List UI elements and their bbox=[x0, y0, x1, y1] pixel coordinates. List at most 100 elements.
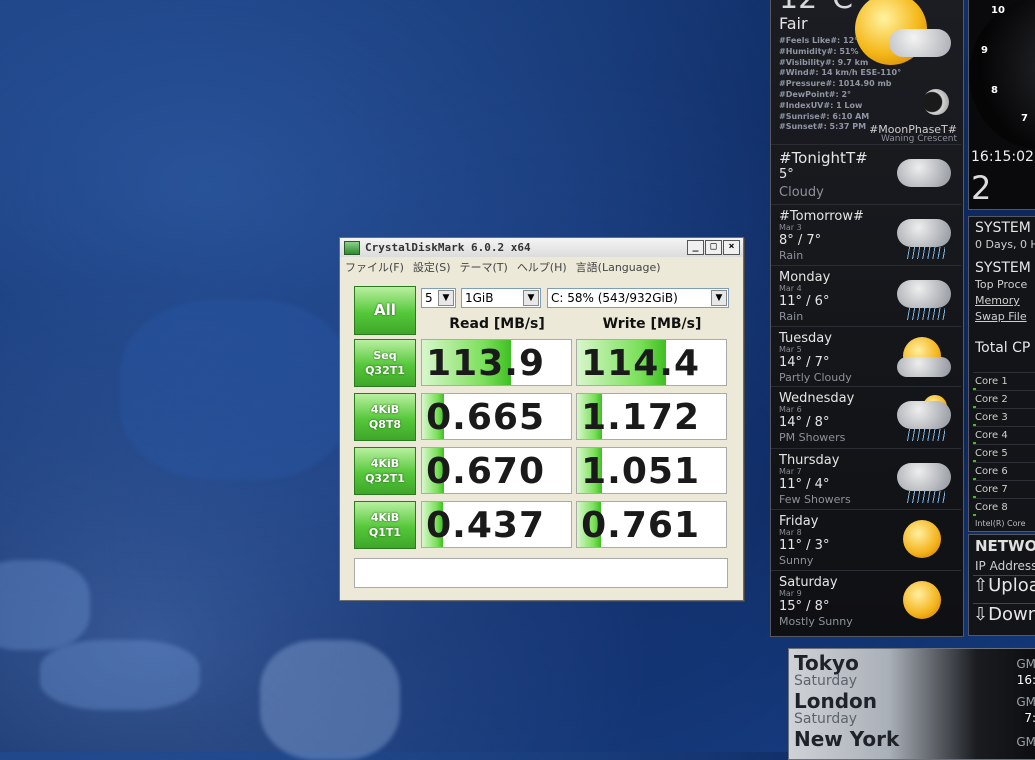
minimize-button[interactable]: _ bbox=[687, 240, 704, 255]
chevron-down-icon: ▼ bbox=[438, 290, 454, 306]
system-monitor-gadget: SYSTEM U 0 Days, 0 H SYSTEM Top Proce Me… bbox=[968, 216, 1035, 532]
forecast-day[interactable]: Tuesday Mar 5 14° / 7° Partly Cloudy bbox=[771, 326, 961, 387]
sun-icon bbox=[893, 579, 953, 625]
run-all-button[interactable]: All bbox=[354, 286, 416, 335]
forecast-condition: Few Showers bbox=[779, 493, 851, 506]
system-uptime-title: SYSTEM U bbox=[975, 220, 1035, 236]
partly-cloudy-icon bbox=[893, 335, 953, 381]
drive-value: C: 58% (543/932GiB) bbox=[551, 291, 678, 305]
menu-settings[interactable]: 設定(S) bbox=[413, 259, 451, 275]
memory-link[interactable]: Memory bbox=[975, 294, 1020, 307]
visibility: #Visibility#: 9.7 km bbox=[779, 57, 869, 67]
forecast-temp: 11° / 3° bbox=[779, 538, 830, 553]
4kib-q32t1-read-result: 0.670 bbox=[421, 447, 572, 494]
city-name: London bbox=[794, 689, 878, 713]
test-queue-label: Q1T1 bbox=[368, 526, 402, 539]
core-row: Core 8 bbox=[973, 498, 1035, 516]
clock-number: 9 bbox=[981, 45, 988, 56]
sun-icon bbox=[893, 518, 953, 564]
core-row: Core 4 bbox=[973, 426, 1035, 444]
test-label: 4KiB bbox=[370, 403, 400, 416]
core-label: Core 5 bbox=[975, 448, 1008, 459]
forecast-temp: 14° / 7° bbox=[779, 355, 830, 370]
drive-select[interactable]: C: 58% (543/932GiB) ▼ bbox=[547, 288, 729, 308]
test-queue-label: Q32T1 bbox=[365, 472, 405, 485]
city-name: New York bbox=[794, 727, 900, 751]
4kib-q1t1-write-result: 0.761 bbox=[576, 501, 727, 548]
test-label: 4KiB bbox=[370, 511, 400, 524]
forecast-date: Mar 8 bbox=[779, 528, 802, 537]
weather-details: #Feels Like#: 12° #Humidity#: 51% #Visib… bbox=[779, 36, 901, 133]
moon-phase: Waning Crescent bbox=[880, 134, 957, 144]
core-label: Core 8 bbox=[975, 502, 1008, 513]
forecast-day[interactable]: Wednesday Mar 6 14° / 8° PM Showers bbox=[771, 386, 961, 447]
rain-icon bbox=[893, 213, 953, 259]
forecast-temp: 15° / 8° bbox=[779, 599, 830, 614]
forecast-day[interactable]: #Tomorrow# Mar 3 8° / 7° Rain bbox=[771, 204, 961, 265]
forecast-temp: 11° / 6° bbox=[779, 294, 830, 309]
pressure: #Pressure#: 1014.90 mb bbox=[779, 79, 892, 89]
core-label: Core 6 bbox=[975, 466, 1008, 477]
city-day: Saturday bbox=[794, 673, 858, 689]
4kib-q8t8-button[interactable]: 4KiB Q8T8 bbox=[354, 393, 416, 441]
test-label: 4KiB bbox=[370, 457, 400, 470]
4kib-q1t1-button[interactable]: 4KiB Q1T1 bbox=[354, 501, 416, 549]
test-queue-label: Q8T8 bbox=[368, 418, 402, 431]
forecast-date: Mar 5 bbox=[779, 345, 802, 354]
maximize-button[interactable]: □ bbox=[705, 240, 722, 255]
menu-file[interactable]: ファイル(F) bbox=[345, 259, 404, 275]
swap-file-link[interactable]: Swap File bbox=[975, 310, 1027, 323]
core-label: Core 4 bbox=[975, 430, 1008, 441]
seq-q32t1-button[interactable]: Seq Q32T1 bbox=[354, 339, 416, 387]
core-row: Core 6 bbox=[973, 462, 1035, 480]
top-process-label: Top Proce bbox=[975, 278, 1028, 291]
core-row: Core 1 bbox=[973, 372, 1035, 390]
forecast-date: Mar 6 bbox=[779, 405, 802, 414]
test-count-select[interactable]: 5 ▼ bbox=[421, 288, 456, 308]
forecast-temp: 11° / 4° bbox=[779, 477, 830, 492]
core-row: Core 5 bbox=[973, 444, 1035, 462]
forecast-day[interactable]: Monday Mar 4 11° / 6° Rain bbox=[771, 265, 961, 326]
forecast-temp: 14° / 8° bbox=[779, 415, 830, 430]
forecast-day-name: Thursday bbox=[779, 453, 840, 468]
forecast-day-name: #TonightT# bbox=[779, 149, 868, 167]
benchmark-panel: All 5 ▼ 1GiB ▼ C: 58% (543/932GiB) ▼ Rea… bbox=[340, 278, 743, 598]
menu-help[interactable]: ヘルプ(H) bbox=[517, 259, 567, 275]
forecast-day[interactable]: Friday Mar 8 11° / 3° Sunny bbox=[771, 509, 961, 570]
forecast-day-name: #Tomorrow# bbox=[779, 209, 864, 224]
menu-language[interactable]: 言語(Language) bbox=[576, 259, 661, 275]
forecast-day[interactable]: #TonightT# 5° Cloudy bbox=[771, 144, 961, 205]
current-condition: Fair bbox=[779, 14, 808, 33]
result-value: 114.4 bbox=[581, 343, 700, 384]
forecast-day[interactable]: Saturday Mar 9 15° / 8° Mostly Sunny bbox=[771, 570, 961, 631]
menu-theme[interactable]: テーマ(T) bbox=[460, 259, 508, 275]
dew-point: #DewPoint#: 2° bbox=[779, 89, 852, 99]
forecast-condition: Cloudy bbox=[779, 185, 824, 200]
chevron-down-icon: ▼ bbox=[711, 290, 727, 306]
4kib-q8t8-write-result: 1.172 bbox=[576, 393, 727, 440]
rain-icon bbox=[893, 457, 953, 503]
core-label: Core 1 bbox=[975, 376, 1008, 387]
close-button[interactable]: × bbox=[723, 240, 740, 255]
comment-field[interactable] bbox=[354, 558, 728, 588]
wallpaper-shape bbox=[260, 640, 400, 760]
write-column-header: Write [MB/s] bbox=[602, 316, 702, 332]
forecast-condition: Rain bbox=[779, 249, 804, 262]
forecast-date: Mar 4 bbox=[779, 284, 802, 293]
4kib-q32t1-button[interactable]: 4KiB Q32T1 bbox=[354, 447, 416, 495]
forecast-day[interactable]: Thursday Mar 7 11° / 4° Few Showers bbox=[771, 448, 961, 509]
clock-number: 10 bbox=[991, 5, 1005, 16]
forecast-condition: Mostly Sunny bbox=[779, 615, 853, 628]
moon-icon bbox=[923, 89, 949, 115]
clock-number: 7 bbox=[1021, 113, 1028, 124]
result-value: 0.761 bbox=[581, 505, 700, 546]
city-name: Tokyo bbox=[794, 651, 859, 675]
result-value: 1.172 bbox=[581, 397, 700, 438]
forecast-day-name: Saturday bbox=[779, 575, 838, 590]
menu-bar: ファイル(F) 設定(S) テーマ(T) ヘルプ(H) 言語(Language) bbox=[340, 257, 743, 277]
title-bar[interactable]: CrystalDiskMark 6.0.2 x64 _ □ × bbox=[340, 238, 743, 257]
test-size-select[interactable]: 1GiB ▼ bbox=[461, 288, 541, 308]
upload-arrow-icon: ⇧ bbox=[973, 575, 989, 596]
app-icon bbox=[344, 240, 360, 255]
clock-face bbox=[969, 0, 1035, 149]
